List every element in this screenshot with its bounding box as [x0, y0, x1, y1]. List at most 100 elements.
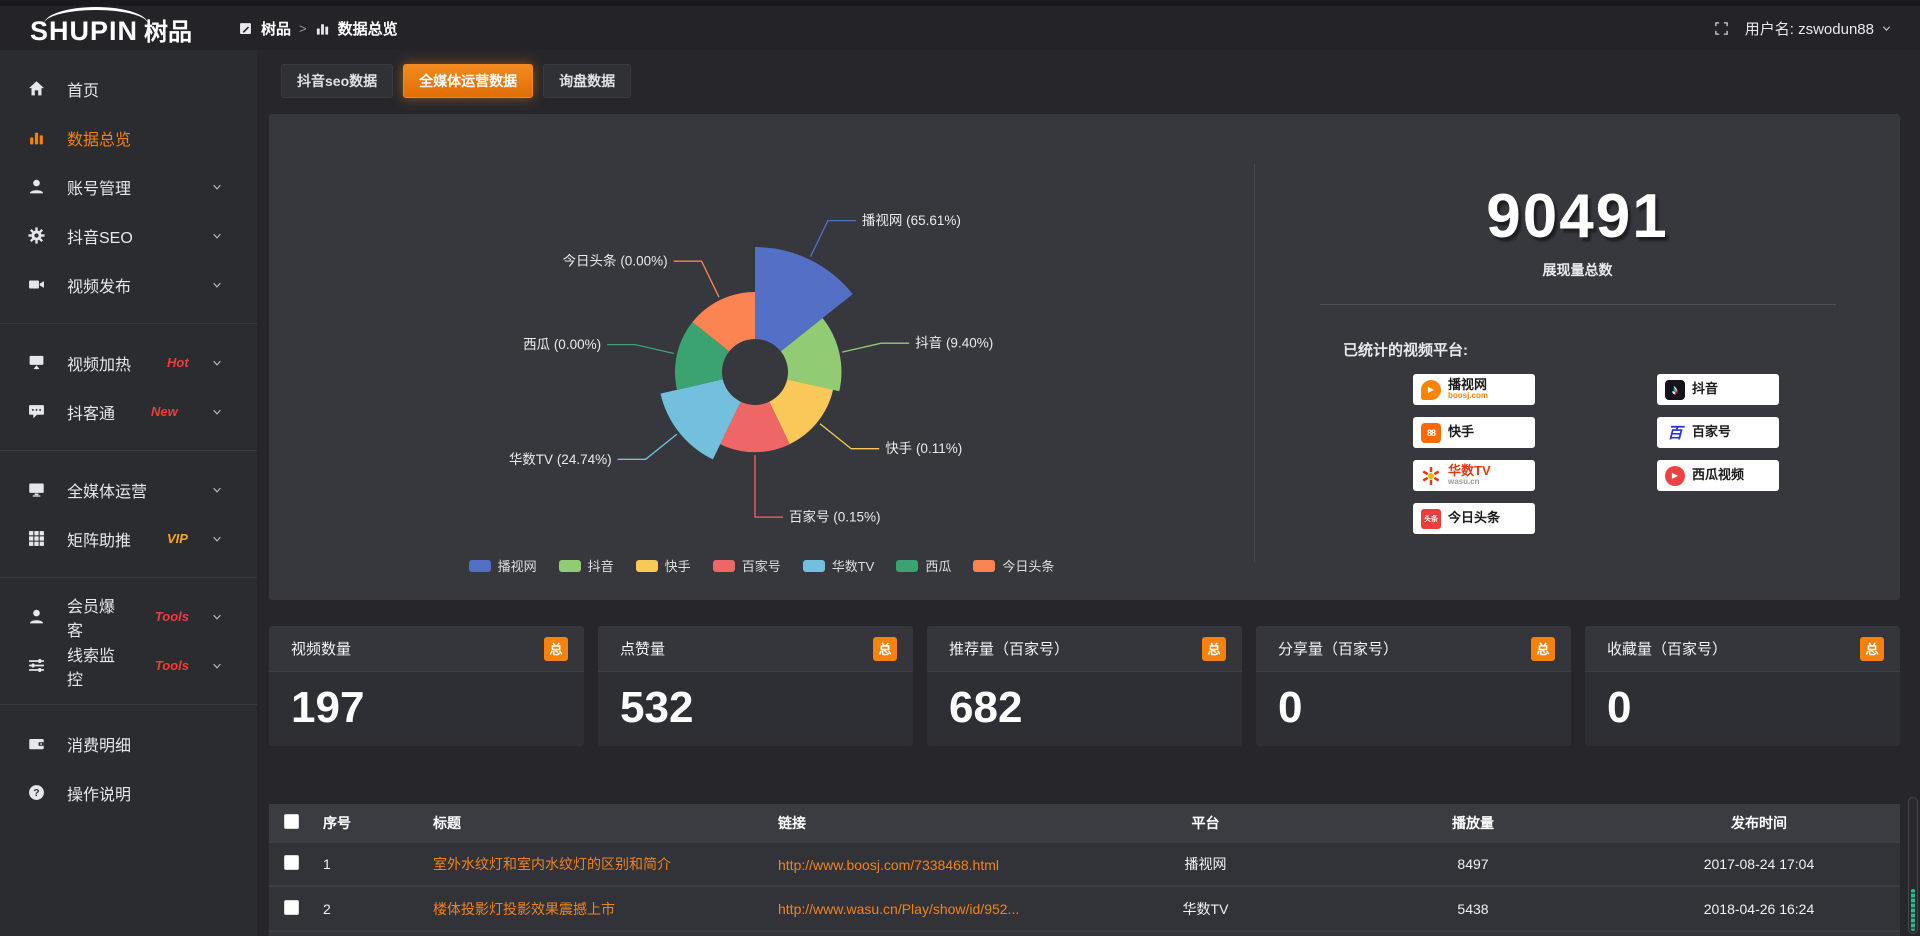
table-row-partial	[269, 930, 1900, 936]
pie-label-line	[755, 455, 783, 517]
legend-item[interactable]: 播视网	[469, 556, 537, 575]
stat-card-1: 点赞量总532	[598, 626, 913, 746]
doc-icon	[238, 21, 253, 36]
legend-swatch	[803, 560, 825, 572]
platform-text: 快手	[1448, 425, 1474, 439]
sidebar-item-media-ops[interactable]: 全媒体运营	[0, 465, 257, 514]
rose-pie-chart: 播视网 (65.61%)抖音 (9.40%)快手 (0.11%)百家号 (0.1…	[269, 124, 1254, 554]
sidebar-item-badge: New	[151, 404, 178, 419]
platform-name: 快手	[1448, 425, 1474, 439]
legend-item[interactable]: 快手	[636, 556, 691, 575]
chevron-down-icon	[211, 611, 223, 623]
legend-item[interactable]: 抖音	[559, 556, 614, 575]
legend-item[interactable]: 百家号	[713, 556, 781, 575]
stat-card-header: 收藏量（百家号）总	[1585, 626, 1900, 672]
pie-label: 西瓜 (0.00%)	[523, 337, 601, 352]
fullscreen-icon[interactable]	[1714, 21, 1729, 36]
chat-icon	[28, 403, 45, 420]
stat-card-header: 视频数量总	[269, 626, 584, 672]
stat-card-title: 收藏量（百家号）	[1607, 638, 1727, 659]
row-checkbox[interactable]	[284, 855, 299, 870]
pie-label: 抖音 (9.40%)	[915, 335, 993, 351]
platform-name: 西瓜视频	[1692, 468, 1744, 482]
tab-douyin-seo-data[interactable]: 抖音seo数据	[281, 64, 393, 98]
stat-card-value: 0	[1585, 672, 1900, 732]
sidebar-divider	[0, 450, 257, 451]
user-menu[interactable]: 用户名: zswodun88	[1745, 18, 1892, 39]
user-icon	[28, 608, 45, 625]
table-header-row: 序号标题链接平台播放量发布时间	[269, 804, 1900, 842]
sidebar-item-video-heat[interactable]: 视频加热Hot	[0, 338, 257, 387]
chevron-down-icon	[211, 484, 223, 496]
col-header-1: 标题	[423, 804, 768, 842]
legend-label: 百家号	[742, 556, 781, 575]
platform-text: 今日头条	[1448, 511, 1500, 525]
sidebar-item-account[interactable]: 账号管理	[0, 162, 257, 211]
sidebar-item-douketong[interactable]: 抖客通New	[0, 387, 257, 436]
chart-area: 播视网 (65.61%)抖音 (9.40%)快手 (0.11%)百家号 (0.1…	[269, 114, 1254, 600]
pie-label-line	[842, 343, 909, 352]
stat-card-header: 推荐量（百家号）总	[927, 626, 1242, 672]
sidebar-item-video-publish[interactable]: 视频发布	[0, 260, 257, 309]
sidebar-item-member-burst[interactable]: 会员爆客Tools	[0, 592, 257, 641]
total-badge: 总	[873, 637, 897, 661]
chart-legend: 播视网 抖音 快手 百家号 华数TV 西瓜 今日头条	[269, 556, 1254, 575]
sidebar-item-expense[interactable]: 消费明细	[0, 719, 257, 768]
sidebar-item-douyin-seo[interactable]: 抖音SEO	[0, 211, 257, 260]
chevron-down-icon	[211, 357, 223, 369]
total-impressions-value: 90491	[1255, 186, 1900, 248]
logo-arc	[44, 7, 148, 41]
video-title-link[interactable]: 室外水纹灯和室内水纹灯的区别和简介	[433, 854, 671, 874]
xigua-logo-icon: ▶	[1665, 466, 1685, 486]
legend-swatch	[896, 560, 918, 572]
platform-cell-cell: 华数TV	[1083, 886, 1328, 930]
sidebar-item-help[interactable]: 操作说明	[0, 768, 257, 817]
legend-label: 西瓜	[925, 556, 951, 575]
select-all-checkbox[interactable]	[284, 814, 299, 829]
stat-card-value: 682	[927, 672, 1242, 732]
pie-label: 播视网 (65.61%)	[862, 213, 961, 228]
sidebar-item-matrix-boost[interactable]: 矩阵助推VIP	[0, 514, 257, 563]
stat-card-title: 点赞量	[620, 638, 665, 659]
video-url-link-cell: http://www.boosj.com/7338468.html	[768, 842, 1083, 886]
sidebar-item-label: 全媒体运营	[67, 478, 147, 502]
video-url-link[interactable]: http://www.wasu.cn/Play/show/id/952...	[778, 901, 1019, 917]
breadcrumb-root[interactable]: 树品	[261, 18, 291, 39]
video-title-link[interactable]: 楼体投影灯投影效果震撼上市	[433, 899, 615, 919]
platform-text: 抖音	[1692, 382, 1718, 396]
stat-card-value: 0	[1256, 672, 1571, 732]
sidebar-item-badge: Tools	[155, 658, 189, 673]
pie-label: 华数TV (24.74%)	[509, 452, 612, 467]
stat-card-3: 分享量（百家号）总0	[1256, 626, 1571, 746]
sidebar-divider	[0, 323, 257, 324]
tab-inquiry-data[interactable]: 询盘数据	[543, 64, 631, 98]
platform-subname: boosj.com	[1448, 392, 1488, 401]
platform-text: 播视网boosj.com	[1448, 378, 1488, 401]
sidebar: 首页数据总览账号管理抖音SEO视频发布视频加热Hot抖客通New 全媒体运营矩阵助…	[0, 50, 257, 936]
platforms-grid: ▶播视网boosj.com88快手华数TVwasu.cn头条今日头条♪抖音百百家…	[1413, 374, 1900, 534]
legend-item[interactable]: 今日头条	[973, 556, 1054, 575]
username-label: 用户名: zswodun88	[1745, 18, 1874, 39]
sidebar-item-home[interactable]: 首页	[0, 64, 257, 113]
sidebar-item-label: 首页	[67, 77, 99, 101]
breadcrumb-separator: >	[299, 21, 307, 36]
legend-label: 抖音	[588, 556, 614, 575]
col-header-5: 发布时间	[1618, 804, 1900, 842]
platforms-title: 已统计的视频平台:	[1343, 339, 1900, 360]
legend-item[interactable]: 西瓜	[896, 556, 951, 575]
topbar: SHUPIN 树品 树品 > 数据总览 用户名: zswodun88	[0, 6, 1920, 50]
sidebar-item-badge: Tools	[155, 609, 189, 624]
sidebar-item-label: 账号管理	[67, 175, 131, 199]
stat-card-0: 视频数量总197	[269, 626, 584, 746]
kuaishou-logo-icon: 88	[1421, 423, 1441, 443]
main-content: 抖音seo数据全媒体运营数据询盘数据 播视网 (65.61%) 抖音 (9.40%…	[257, 50, 1920, 936]
tab-media-ops-data[interactable]: 全媒体运营数据	[403, 64, 533, 98]
sidebar-item-overview[interactable]: 数据总览	[0, 113, 257, 162]
scrollbar-thumb[interactable]	[1911, 889, 1915, 931]
legend-swatch	[973, 560, 995, 572]
sidebar-item-clue-monitor[interactable]: 线索监控Tools	[0, 641, 257, 690]
legend-item[interactable]: 华数TV	[803, 556, 875, 575]
row-checkbox[interactable]	[284, 900, 299, 915]
video-url-link[interactable]: http://www.boosj.com/7338468.html	[778, 857, 999, 873]
boosj-logo-icon: ▶	[1421, 380, 1441, 400]
